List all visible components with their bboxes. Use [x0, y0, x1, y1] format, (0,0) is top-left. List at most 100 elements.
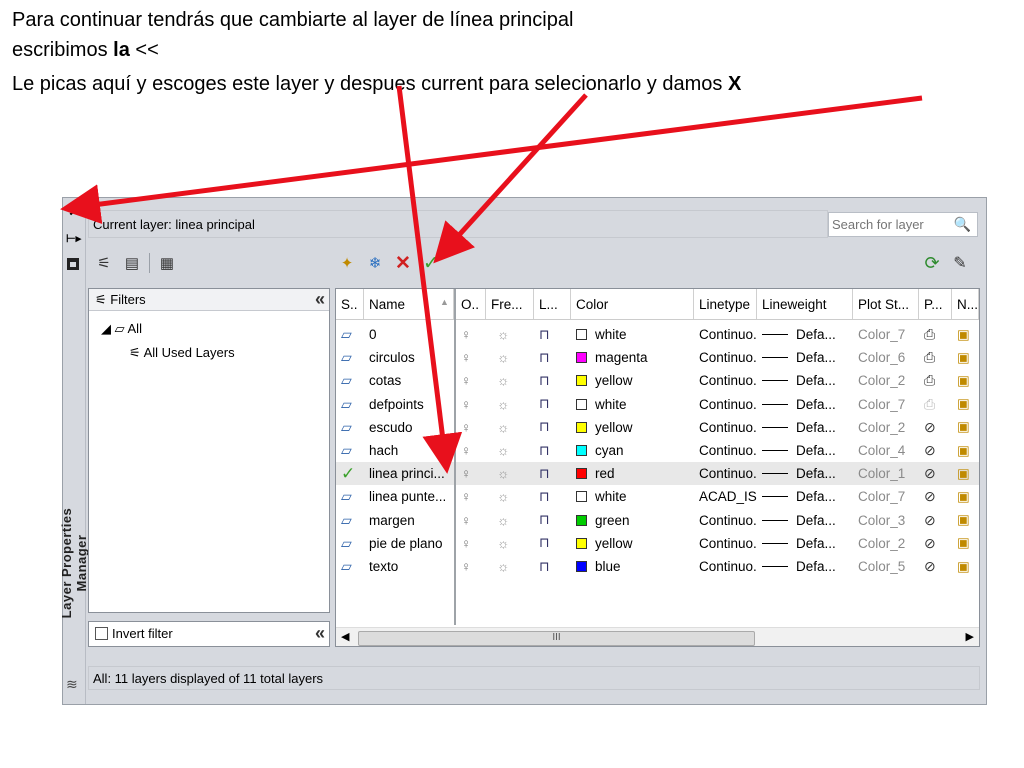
- column-header[interactable]: Lineweight: [757, 289, 853, 319]
- color-swatch[interactable]: [576, 329, 587, 340]
- new-vp-freeze-icon[interactable]: ▣: [957, 535, 970, 551]
- sun-icon[interactable]: ☼: [491, 373, 509, 388]
- linetype[interactable]: Continuo...: [699, 350, 757, 365]
- linetype[interactable]: Continuo...: [699, 513, 757, 528]
- no-plot-icon[interactable]: ⊘: [924, 488, 936, 505]
- new-vp-freeze-icon[interactable]: ▣: [957, 419, 970, 435]
- lineweight[interactable]: Defa...: [796, 373, 836, 388]
- color-swatch[interactable]: [576, 375, 587, 387]
- color-swatch[interactable]: [576, 514, 587, 526]
- set-current-icon[interactable]: ✓: [420, 252, 442, 274]
- new-vp-freeze-icon[interactable]: ▣: [957, 350, 970, 366]
- lightbulb-icon[interactable]: ♀: [461, 350, 471, 365]
- invert-filter-checkbox[interactable]: Invert filter «: [88, 621, 330, 647]
- lightbulb-icon[interactable]: ♀: [461, 397, 471, 412]
- column-header[interactable]: P...: [919, 289, 952, 319]
- layer-row[interactable]: ✓ linea princi... ♀ ☼ ⊓ red Continuo... Defa...…: [336, 462, 979, 486]
- no-plot-icon[interactable]: ⊘: [924, 465, 936, 482]
- sun-icon[interactable]: ☼: [491, 466, 509, 481]
- unlock-icon[interactable]: ⊓: [539, 489, 550, 505]
- unlock-icon[interactable]: ⊓: [539, 373, 550, 389]
- column-header[interactable]: Linetype: [694, 289, 757, 319]
- color-swatch[interactable]: [576, 398, 587, 410]
- linetype[interactable]: Continuo...: [699, 443, 757, 458]
- color-swatch[interactable]: [576, 468, 587, 480]
- lineweight[interactable]: Defa...: [796, 350, 836, 365]
- search-icon[interactable]: 🔍: [954, 216, 971, 233]
- unlock-icon[interactable]: ⊓: [539, 327, 550, 343]
- horizontal-scrollbar[interactable]: ◀ III ▶: [336, 627, 979, 646]
- new-property-filter-icon[interactable]: ⚟: [93, 252, 115, 274]
- unlock-icon[interactable]: ⊓: [539, 512, 550, 528]
- sun-icon[interactable]: ☼: [491, 420, 509, 435]
- lightbulb-icon[interactable]: ♀: [461, 373, 471, 388]
- layer-name[interactable]: texto: [369, 559, 398, 574]
- scroll-left-icon[interactable]: ◀: [341, 630, 349, 643]
- lineweight[interactable]: Defa...: [796, 443, 836, 458]
- search-input[interactable]: [829, 213, 947, 236]
- lightbulb-icon[interactable]: ♀: [461, 536, 471, 551]
- unlock-icon[interactable]: ⊓: [539, 559, 550, 575]
- sun-icon[interactable]: ☼: [491, 350, 509, 365]
- layer-name[interactable]: circulos: [369, 350, 415, 365]
- checkbox-icon[interactable]: [95, 627, 108, 640]
- new-vp-freeze-icon[interactable]: ▣: [957, 466, 970, 482]
- new-vp-freeze-icon[interactable]: ▣: [957, 512, 970, 528]
- linetype[interactable]: Continuo...: [699, 559, 757, 574]
- lineweight[interactable]: Defa...: [796, 466, 836, 481]
- unlock-icon[interactable]: ⊓: [539, 350, 550, 366]
- properties-icon[interactable]: [67, 258, 79, 270]
- collapse-panel-icon[interactable]: «: [315, 623, 325, 644]
- printer-icon[interactable]: ⎙: [924, 372, 935, 389]
- printer-icon[interactable]: ⎙: [924, 326, 935, 343]
- unlock-icon[interactable]: ⊓: [539, 443, 550, 459]
- no-plot-icon[interactable]: ⊘: [924, 419, 936, 436]
- color-swatch[interactable]: [576, 561, 587, 572]
- column-header[interactable]: L...: [534, 289, 571, 319]
- column-header[interactable]: Color: [571, 289, 694, 319]
- layer-row[interactable]: ▱ hach ♀ ☼ ⊓ cyan Continuo... Defa... Color_4 ⊘ ▣: [336, 439, 979, 462]
- linetype[interactable]: Continuo...: [699, 466, 757, 481]
- layer-states-manager-icon[interactable]: ▦: [156, 252, 178, 274]
- lightbulb-icon[interactable]: ♀: [461, 559, 471, 574]
- column-splitter[interactable]: [454, 289, 456, 625]
- lightbulb-icon[interactable]: ♀: [461, 327, 471, 342]
- lineweight[interactable]: Defa...: [796, 397, 836, 412]
- layer-row[interactable]: ▱ linea punte... ♀ ☼ ⊓ white ACAD_IS... Defa...…: [336, 485, 979, 508]
- linetype[interactable]: ACAD_IS...: [699, 489, 757, 504]
- settings-icon[interactable]: ✎: [949, 252, 971, 274]
- new-vp-freeze-icon[interactable]: ▣: [957, 443, 970, 459]
- sun-icon[interactable]: ☼: [491, 443, 509, 458]
- tree-node-all[interactable]: ◢ ▱ All: [101, 321, 142, 337]
- column-header[interactable]: Fre...: [486, 289, 534, 319]
- close-icon[interactable]: ✕: [68, 201, 81, 221]
- layer-name[interactable]: cotas: [369, 373, 401, 388]
- column-header[interactable]: S..: [336, 289, 364, 319]
- printer-icon[interactable]: ⎙: [924, 396, 935, 413]
- sun-icon[interactable]: ☼: [491, 397, 509, 412]
- lightbulb-icon[interactable]: ♀: [461, 489, 471, 504]
- lightbulb-icon[interactable]: ♀: [461, 466, 471, 481]
- sun-icon[interactable]: ☼: [491, 327, 509, 342]
- lineweight[interactable]: Defa...: [796, 513, 836, 528]
- sun-icon[interactable]: ☼: [491, 559, 509, 574]
- scroll-thumb[interactable]: III: [358, 631, 755, 646]
- new-layer-vp-frozen-icon[interactable]: ❄: [364, 252, 386, 274]
- column-header[interactable]: Plot St...: [853, 289, 919, 319]
- layer-name[interactable]: defpoints: [369, 397, 424, 412]
- no-plot-icon[interactable]: ⊘: [924, 442, 936, 459]
- sun-icon[interactable]: ☼: [491, 489, 509, 504]
- layer-row[interactable]: ▱ cotas ♀ ☼ ⊓ yellow Continuo... Defa... Color_2…: [336, 369, 979, 392]
- unlock-icon[interactable]: ⊓: [539, 396, 550, 412]
- sun-icon[interactable]: ☼: [491, 536, 509, 551]
- delete-layer-icon[interactable]: ✕: [392, 252, 414, 274]
- no-plot-icon[interactable]: ⊘: [924, 535, 936, 552]
- color-swatch[interactable]: [576, 421, 587, 433]
- layer-name[interactable]: linea princi...: [369, 466, 445, 481]
- layer-row[interactable]: ▱ margen ♀ ☼ ⊓ green Continuo... Defa... Color_3…: [336, 509, 979, 532]
- lightbulb-icon[interactable]: ♀: [461, 513, 471, 528]
- auto-hide-icon[interactable]: ⊢▸: [66, 232, 81, 245]
- new-vp-freeze-icon[interactable]: ▣: [957, 489, 970, 505]
- linetype[interactable]: Continuo...: [699, 373, 757, 388]
- sun-icon[interactable]: ☼: [491, 513, 509, 528]
